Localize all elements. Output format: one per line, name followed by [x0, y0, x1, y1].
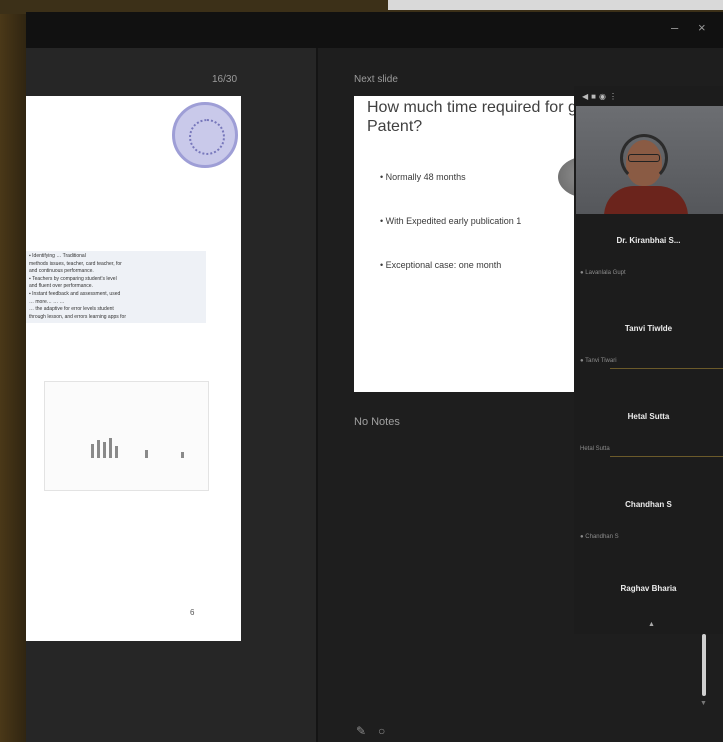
participant-name: Tanvi Tiwlde	[624, 324, 673, 333]
figure-bar	[91, 444, 94, 458]
figure-bar	[115, 446, 118, 458]
title-bar: – ×	[26, 12, 723, 48]
view-icon[interactable]: ◉	[599, 92, 609, 101]
slide-figure	[44, 381, 209, 491]
slide-text-line: … more… … …	[29, 298, 65, 305]
pen-icon[interactable]: ✎	[356, 724, 366, 738]
more-icon[interactable]: ⋮	[609, 92, 620, 101]
minimize-button[interactable]: –	[671, 20, 678, 35]
panel-toolbar: ◀■◉⋮	[582, 92, 620, 101]
scrollbar[interactable]	[702, 634, 706, 696]
slide-counter: 16/30	[212, 74, 238, 85]
figure-bar	[103, 442, 106, 458]
slide-text-line: ▪ Instant feedback and assessment, used	[29, 290, 121, 297]
chevron-left-icon[interactable]: ◀	[582, 92, 591, 101]
close-button[interactable]: ×	[698, 20, 706, 35]
slide-page-marker: 6	[190, 608, 195, 617]
slide-bullet: • With Expedited early publication 1	[380, 216, 522, 226]
tile-divider	[610, 456, 723, 457]
current-slide[interactable]: ▪ Identifying … Traditional methods issu…	[26, 96, 241, 641]
participant-tile[interactable]: Hetal Sutta Hetal Sutta	[574, 390, 723, 478]
participant-name: Chandhan S	[625, 500, 672, 509]
participant-name: Dr. Kiranbhai S...	[616, 236, 681, 245]
figure-bar	[97, 440, 100, 458]
tile-divider	[610, 368, 723, 369]
figure-bar	[181, 452, 184, 458]
figure-bar	[145, 450, 148, 458]
participant-body	[604, 186, 688, 214]
slide-bullet: • Normally 48 months	[380, 172, 466, 182]
scroll-up-icon[interactable]: ▲	[648, 621, 655, 628]
slide-text-line: methods issues, teacher, card teacher, f…	[29, 260, 122, 267]
participant-subname: ● Lavanlala Gupt	[580, 270, 626, 276]
participant-subname: ● Chandhan S	[580, 534, 619, 540]
slide-text-line: ▪ Identifying … Traditional	[29, 253, 86, 259]
slide-text-line: … the adaptive for error levels student	[29, 306, 114, 313]
participants-panel: ◀■◉⋮ Dr. Kiranbhai S... ● Lavanlala Gupt…	[574, 86, 723, 634]
participant-tile[interactable]: Dr. Kiranbhai S... ● Lavanlala Gupt	[574, 214, 723, 302]
participant-name: Raghav Bharia	[620, 584, 677, 593]
laser-icon[interactable]: ○	[378, 724, 385, 738]
grid-icon[interactable]: ■	[591, 92, 599, 101]
current-slide-pane: 16/30 ▪ Identifying … Traditional method…	[26, 48, 316, 742]
slide-text-line: and fluent over performance.	[29, 283, 93, 290]
participant-name: Hetal Sutta	[627, 412, 670, 421]
slide-text-line: through lesson, and errors learning apps…	[29, 313, 127, 320]
speaker-notes: No Notes	[354, 416, 400, 428]
glasses-icon	[628, 154, 660, 162]
scroll-down-icon[interactable]: ▼	[700, 700, 707, 707]
slide-text-block: ▪ Identifying … Traditional methods issu…	[26, 251, 206, 324]
university-seal	[172, 102, 238, 168]
participant-tile[interactable]: Tanvi Tiwlde ● Tanvi Tiwari	[574, 302, 723, 390]
background-white-bar	[388, 0, 723, 10]
slide-bullet: • Exceptional case: one month	[380, 260, 502, 270]
slide-text-line: and continuous performance.	[29, 268, 94, 275]
figure-bar	[109, 438, 112, 458]
participant-subname: ● Tanvi Tiwari	[580, 358, 617, 364]
participant-subname: Hetal Sutta	[580, 446, 610, 452]
participant-video[interactable]	[576, 106, 723, 214]
slide-text-line: ▪ Teachers by comparing student's level	[29, 275, 117, 282]
next-slide-label: Next slide	[354, 74, 398, 85]
